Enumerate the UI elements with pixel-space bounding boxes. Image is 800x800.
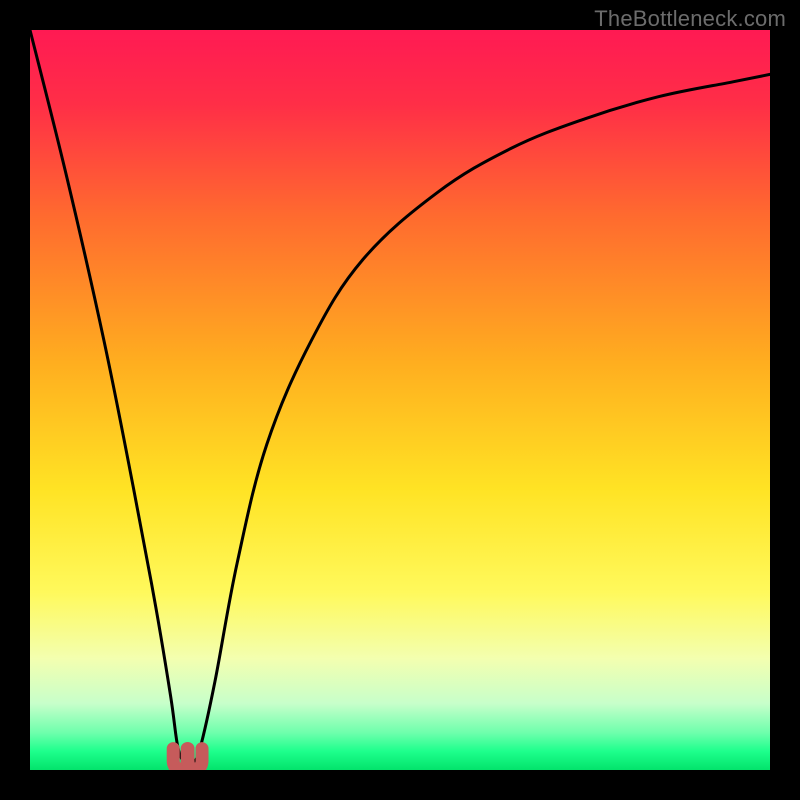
watermark-text: TheBottleneck.com bbox=[594, 6, 786, 32]
plot-background bbox=[30, 30, 770, 770]
plot-area bbox=[30, 30, 770, 770]
chart-svg bbox=[30, 30, 770, 770]
chart-frame: TheBottleneck.com bbox=[0, 0, 800, 800]
